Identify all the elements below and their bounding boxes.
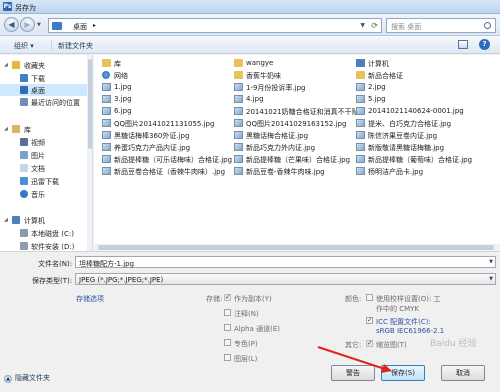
annotation-arrow-icon — [317, 346, 392, 373]
watermark: Baidu 经验 — [430, 339, 477, 349]
